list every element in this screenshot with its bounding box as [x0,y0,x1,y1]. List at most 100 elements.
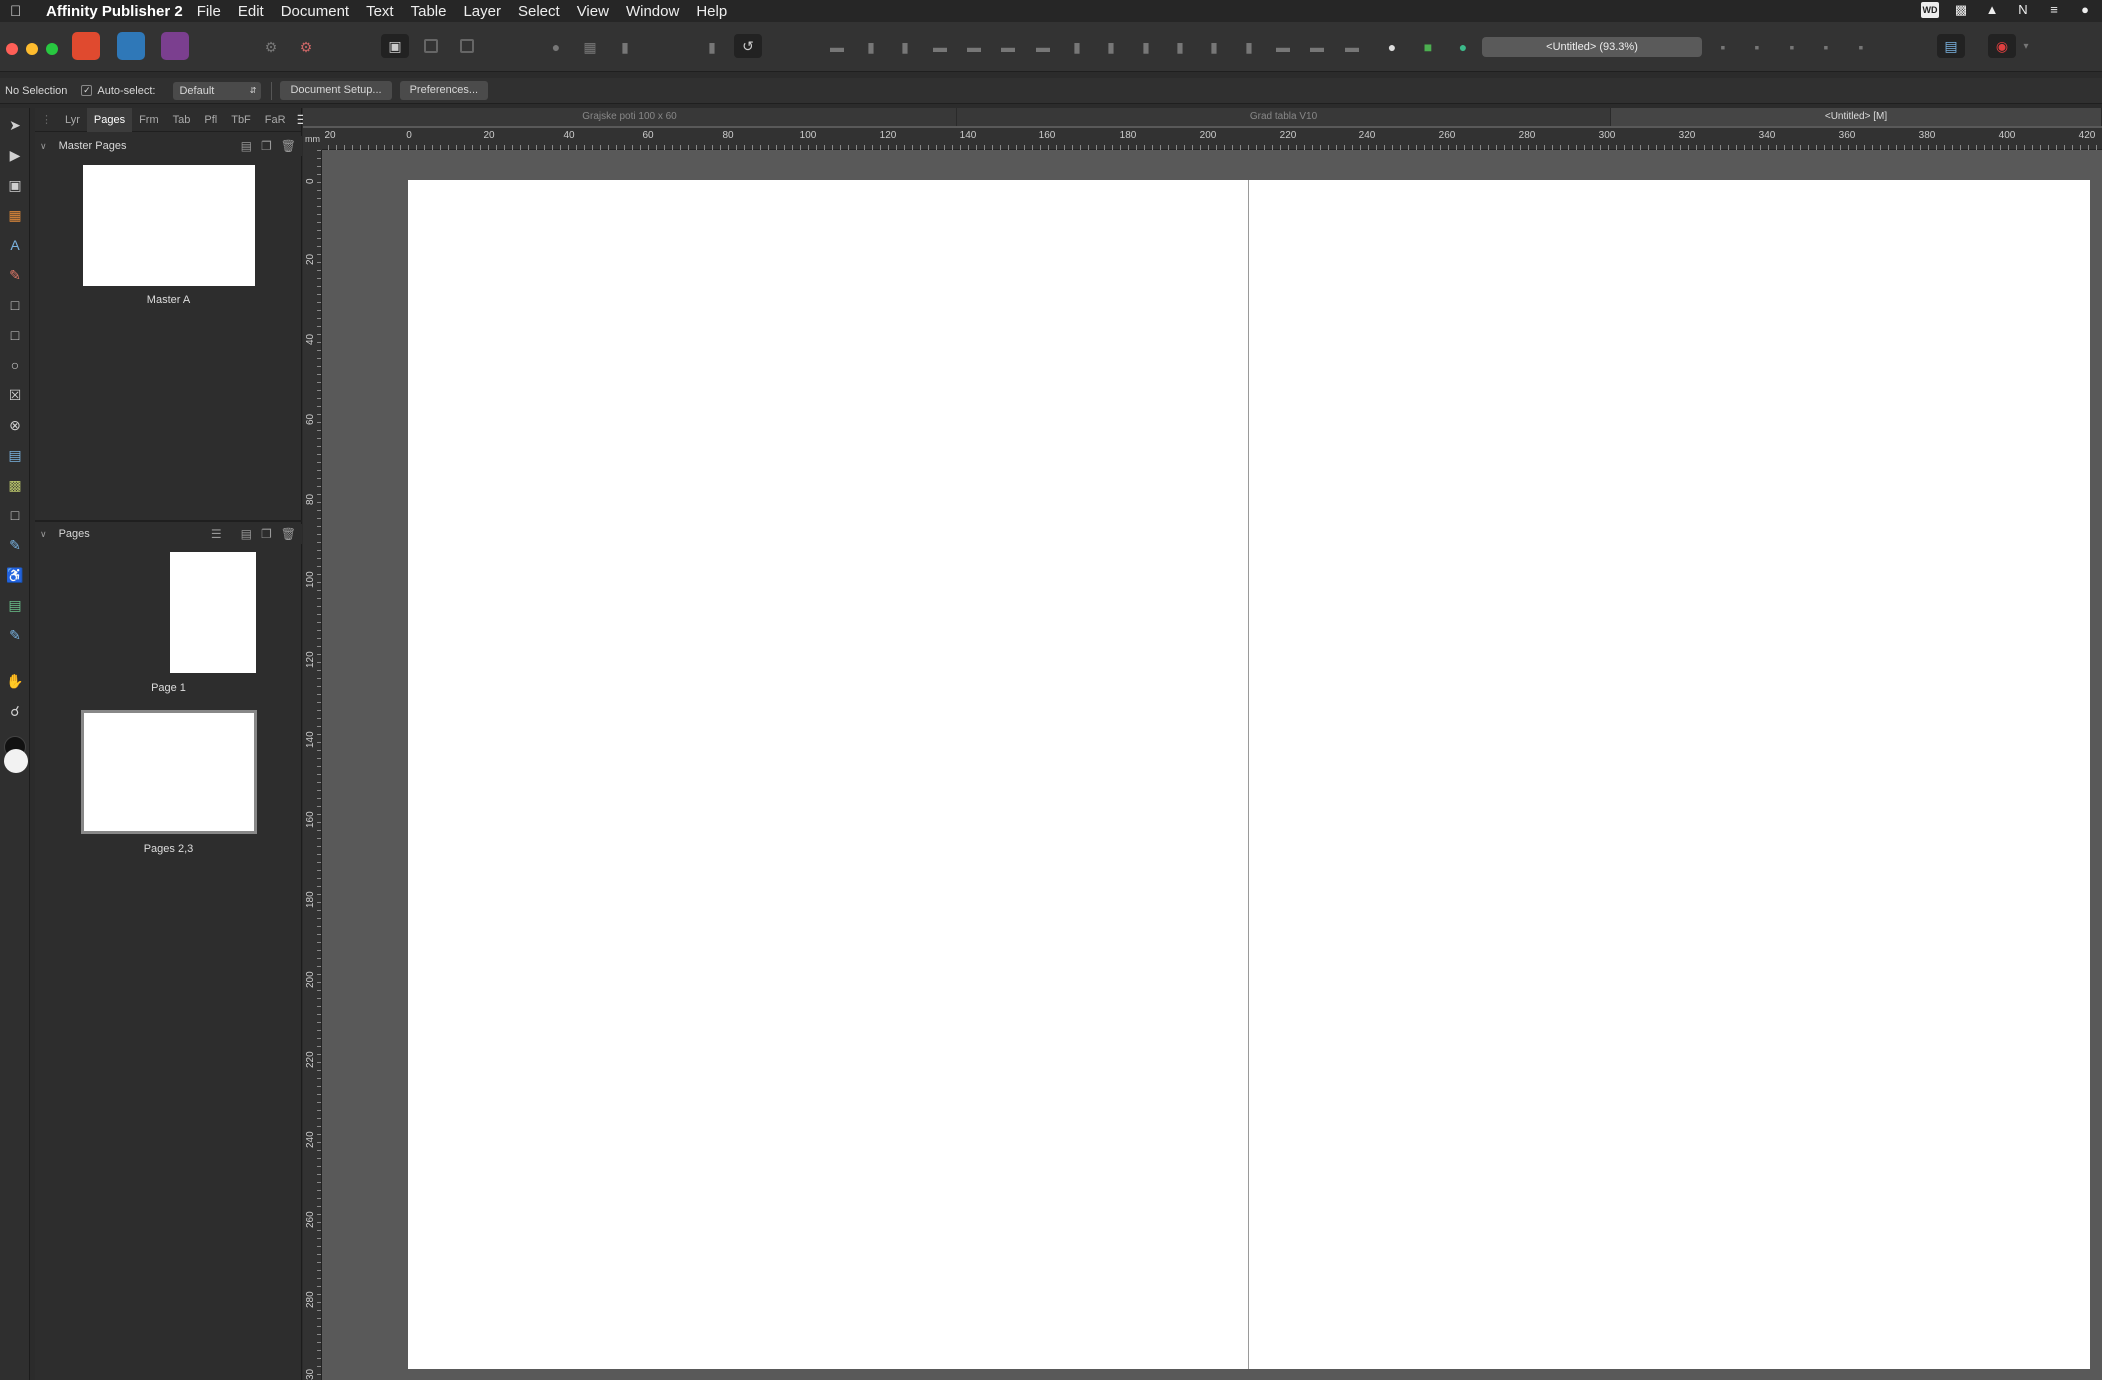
duplicate-page-icon[interactable]: ❐ [261,527,272,541]
n-icon[interactable]: N [2014,2,2032,18]
tab-find-replace[interactable]: FaR [258,108,293,132]
settings-icon[interactable]: ⚙ [263,39,279,55]
tab-frame[interactable]: Frm [132,108,166,132]
tab-preflight[interactable]: Pfl [197,108,224,132]
menu-select[interactable]: Select [518,3,560,20]
distribute-top-icon[interactable]: ▮ [1206,39,1222,55]
chevron-down-icon[interactable]: ▾ [2018,39,2034,55]
zoom-document-title[interactable]: <Untitled> (93.3%) [1482,37,1702,57]
arrange-icon-1[interactable]: ▪ [1715,39,1731,55]
distribute-right-icon[interactable]: ▮ [1172,39,1188,55]
menu-help[interactable]: Help [696,3,727,20]
normal-view-mode-button[interactable]: ▣ [381,34,409,58]
add-page-icon[interactable]: ▤ [241,527,252,541]
auto-select-dropdown[interactable]: Default ⇵ [173,81,262,100]
fill-color-swatch[interactable] [4,749,28,773]
menu-table[interactable]: Table [411,3,447,20]
doc-tab-untitled[interactable]: <Untitled> [M] [1611,108,2102,126]
pages-header[interactable]: ∨ Pages ☰ ▤ ❐ 🗑 [35,524,302,544]
pin-icon[interactable]: ● [548,39,564,55]
align-top-icon[interactable]: ▬ [932,39,948,55]
chevron-down-icon[interactable]: ∨ [40,141,47,152]
creative-cloud-icon[interactable]: ● [2076,2,2094,18]
hand-tool-icon[interactable]: ✋ [6,672,24,690]
pages-2-3-thumbnail[interactable] [81,710,257,834]
vector-brush-tool-icon[interactable]: ♿ [6,566,24,584]
distribute-v-icon[interactable]: ▮ [1069,39,1085,55]
insert-object-icon[interactable]: ● [1384,39,1400,55]
app-name-menu[interactable]: Affinity Publisher 2 [46,3,183,20]
align-bottom-icon[interactable]: ▬ [1000,39,1016,55]
zoom-window-button[interactable] [46,43,58,55]
align-right-icon[interactable]: ▮ [897,39,913,55]
color-picker-tool-icon[interactable]: ✎ [6,626,24,644]
photo-persona-button[interactable] [161,32,189,60]
document-setup-button[interactable]: Document Setup... [280,81,392,100]
place-image-tool-icon[interactable]: ▤ [6,446,24,464]
distribute-center-icon[interactable]: ▮ [1138,39,1154,55]
table-of-contents-tool-icon[interactable]: ▤ [6,596,24,614]
pages-options-icon[interactable]: ☰ [211,527,222,541]
distribute-middle-icon[interactable]: ▮ [1241,39,1257,55]
affinity-tray-icon[interactable]: ▲ [1983,2,2001,18]
delete-page-icon[interactable]: 🗑 [281,527,296,541]
menu-text[interactable]: Text [366,3,394,20]
green-circle-icon[interactable]: ● [1455,39,1471,55]
auto-select-checkbox[interactable]: ✓ [81,85,93,96]
doc-tab-grad-tabla[interactable]: Grad tabla V10 [957,108,1611,126]
tab-pages[interactable]: Pages [86,107,133,132]
arrange-front-icon[interactable]: ▬ [1309,39,1325,55]
arrange-icon-2[interactable]: ▪ [1749,39,1765,55]
distribute-h-icon[interactable]: ▬ [1035,39,1051,55]
pen-tool-icon[interactable]: ✎ [6,266,24,284]
menu-edit[interactable]: Edit [238,3,264,20]
text-frame-toggle-button[interactable]: ▤ [1937,34,1965,58]
move-tool-icon[interactable]: ➤ [6,116,24,134]
text-wrap-icon[interactable]: ▦ [582,39,598,55]
crop-tool-icon[interactable]: □ [6,506,24,524]
page-1-thumbnail[interactable] [170,552,256,673]
tab-layers[interactable]: Lyr [58,108,87,132]
horizontal-ruler[interactable]: 20 0 20 40 60 80 100 120 140 160 180 200… [322,128,2102,150]
preview-mode-button[interactable]: ↺ [734,34,762,58]
menu-file[interactable]: File [197,3,221,20]
tab-table[interactable]: Tab [166,108,198,132]
arrange-icon-3[interactable]: ▪ [1784,39,1800,55]
distribute-bottom-icon[interactable]: ▬ [1275,39,1291,55]
menu-view[interactable]: View [577,3,609,20]
wd-icon[interactable]: WD [1921,2,1939,18]
transparency-tool-icon[interactable]: ✎ [6,536,24,554]
pages-spread-icon[interactable]: ▮ [704,39,720,55]
node-tool-icon[interactable]: ▶ [6,146,24,164]
master-a-thumbnail[interactable] [83,165,255,286]
vertical-ruler[interactable]: 0 20 40 60 80 100 120 140 160 180 200 22… [303,150,322,1380]
rect-frame-tool-icon[interactable]: ☒ [6,386,24,404]
rectangle-tool-icon[interactable]: □ [6,326,24,344]
align-middle-icon[interactable]: ▬ [966,39,982,55]
color-icon[interactable]: ■ [1420,39,1436,55]
fill-tool-icon[interactable]: ▩ [6,476,24,494]
master-pages-header[interactable]: ∨ Master Pages ▤ ❐ 🗑 [35,136,302,156]
ellipse-frame-tool-icon[interactable]: ⊗ [6,416,24,434]
frame-text-tool-icon[interactable]: ▣ [6,176,24,194]
apple-menu-icon[interactable]:  [10,3,32,20]
close-window-button[interactable] [6,43,18,55]
doc-tab-grajske-poti[interactable]: Grajske poti 100 x 60 [303,108,957,126]
section-divider[interactable] [35,520,302,522]
table-tool-icon[interactable]: ▦ [6,206,24,224]
page-spread[interactable] [408,180,2090,1369]
menu-window[interactable]: Window [626,3,679,20]
artistic-text-tool-icon[interactable]: A [6,236,24,254]
menu-layer[interactable]: Layer [463,3,501,20]
minimize-window-button[interactable] [26,43,38,55]
align-center-icon[interactable]: ▮ [863,39,879,55]
arrange-back-icon[interactable]: ▬ [1344,39,1360,55]
bleed-view-mode-button[interactable] [424,39,438,53]
ruler-unit[interactable]: mm [303,128,322,150]
publisher-persona-button[interactable] [72,32,100,60]
add-master-icon[interactable]: ▤ [241,139,252,153]
clip-view-mode-button[interactable] [460,39,474,53]
preferences-button[interactable]: Preferences... [399,81,489,100]
arrange-icon-5[interactable]: ▪ [1853,39,1869,55]
designer-persona-button[interactable] [117,32,145,60]
